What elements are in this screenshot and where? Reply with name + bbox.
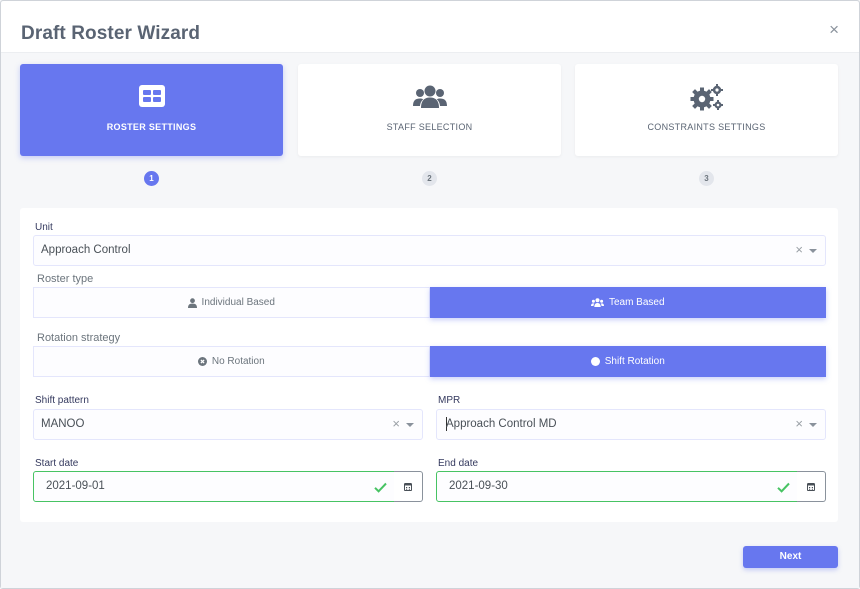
start-date-input[interactable]: 2021-09-01 — [33, 471, 395, 502]
mpr-value: Approach Control MD — [446, 418, 557, 430]
rotation-strategy-label: Rotation strategy — [37, 332, 121, 344]
step-constraints-settings[interactable]: CONSTRAINTS SETTINGS — [575, 64, 838, 156]
end-date-value: 2021-09-30 — [449, 480, 508, 492]
step-staff-selection[interactable]: STAFF SELECTION — [298, 64, 561, 156]
rotation-strategy-toggle: No Rotation Shift Rotation — [33, 346, 826, 377]
option-label: Individual Based — [201, 297, 275, 308]
shift-pattern-select[interactable]: MANOO × — [33, 409, 423, 440]
chevron-down-icon[interactable] — [809, 249, 817, 253]
option-label: No Rotation — [211, 356, 265, 367]
step-number-3[interactable]: 3 — [699, 171, 714, 186]
mpr-select[interactable]: Approach Control MD × — [436, 409, 826, 440]
dialog-header: Draft Roster Wizard × — [1, 1, 859, 53]
table-icon — [20, 84, 283, 112]
mpr-label: MPR — [438, 395, 461, 406]
step-label: CONSTRAINTS SETTINGS — [647, 122, 766, 132]
unit-label: Unit — [35, 222, 53, 233]
times-circle-icon — [197, 357, 207, 366]
step-roster-settings[interactable]: ROSTER SETTINGS — [20, 64, 283, 156]
roster-type-label: Roster type — [37, 273, 94, 285]
calendar-icon — [807, 478, 815, 496]
step-number-2[interactable]: 2 — [422, 171, 437, 186]
no-rotation-option[interactable]: No Rotation — [33, 346, 430, 377]
clear-icon[interactable]: × — [392, 417, 400, 430]
check-icon — [777, 480, 790, 498]
shift-rotation-option[interactable]: Shift Rotation — [429, 346, 826, 377]
team-based-option[interactable]: Team Based — [429, 287, 826, 318]
step-number-1[interactable]: 1 — [144, 171, 159, 186]
clear-icon[interactable]: × — [795, 243, 803, 256]
users-icon — [590, 298, 604, 307]
end-date-input[interactable]: 2021-09-30 — [436, 471, 798, 502]
chevron-down-icon[interactable] — [406, 423, 414, 427]
user-icon — [187, 297, 197, 308]
users-icon — [298, 84, 561, 112]
chevron-down-icon[interactable] — [809, 423, 817, 427]
shift-pattern-label: Shift pattern — [35, 395, 89, 406]
start-date-label: Start date — [35, 458, 79, 469]
cogs-icon — [575, 84, 838, 112]
check-icon — [374, 480, 387, 498]
shift-pattern-value: MANOO — [41, 418, 85, 430]
start-date-value: 2021-09-01 — [46, 480, 105, 492]
option-label: Team Based — [608, 297, 665, 308]
clear-icon[interactable]: × — [795, 417, 803, 430]
unit-value: Approach Control — [41, 244, 131, 256]
end-date-label: End date — [438, 458, 479, 469]
step-label: STAFF SELECTION — [386, 122, 473, 132]
next-button[interactable]: Next — [743, 546, 838, 568]
circle-icon — [590, 357, 600, 366]
calendar-icon — [404, 478, 412, 496]
option-label: Shift Rotation — [604, 356, 665, 367]
step-label: ROSTER SETTINGS — [106, 122, 197, 132]
roster-type-toggle: Individual Based Team Based — [33, 287, 826, 318]
dialog-title: Draft Roster Wizard — [21, 23, 201, 44]
individual-based-option[interactable]: Individual Based — [33, 287, 430, 318]
unit-select[interactable]: Approach Control × — [33, 235, 826, 266]
end-date-calendar-button[interactable] — [797, 471, 826, 502]
start-date-calendar-button[interactable] — [394, 471, 423, 502]
close-button[interactable]: × — [829, 21, 839, 38]
